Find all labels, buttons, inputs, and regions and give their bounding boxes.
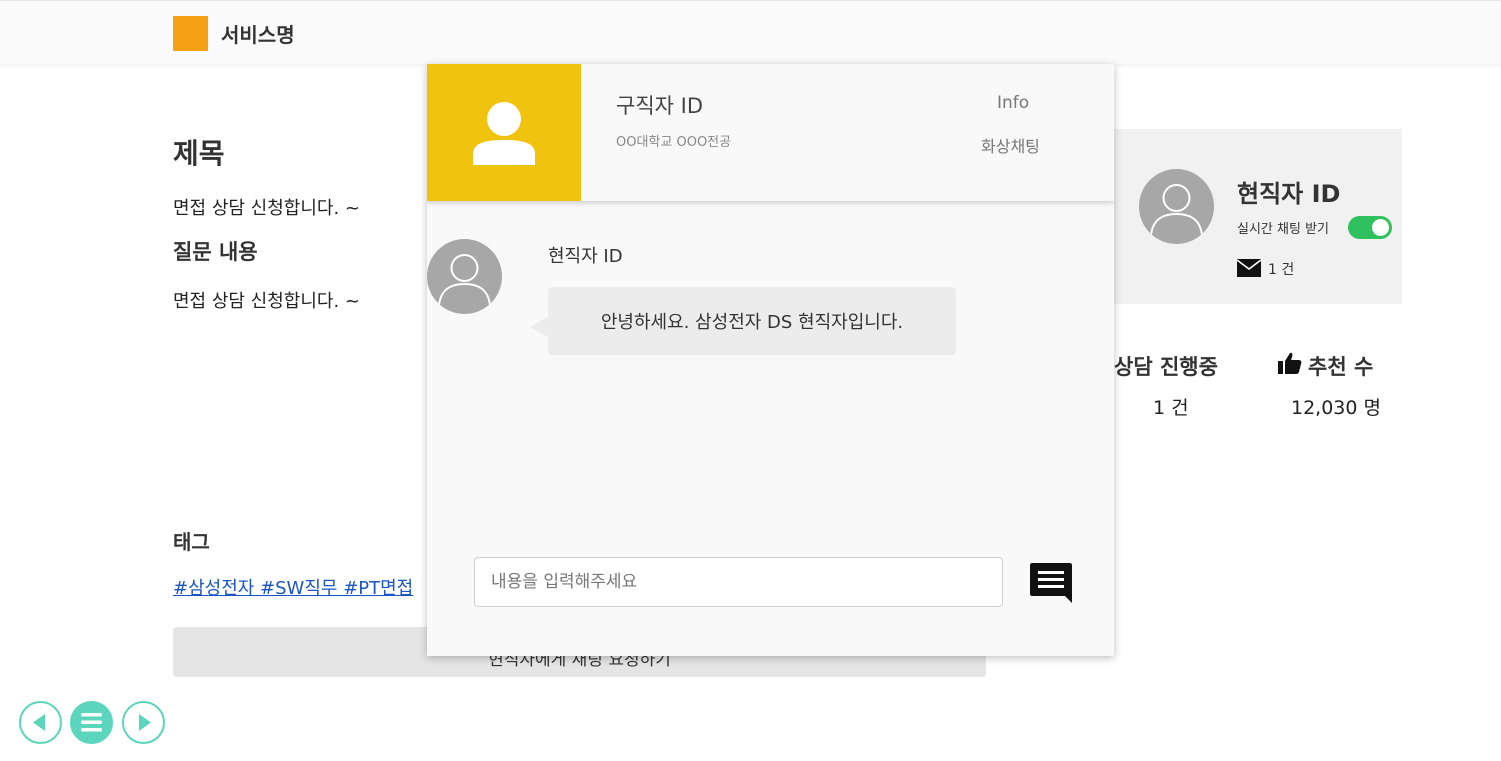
info-link[interactable]: Info xyxy=(997,93,1029,113)
profile-card: 현직자 ID 실시간 채팅 받기 1 건 xyxy=(1114,129,1402,304)
realtime-chat-label: 실시간 채팅 받기 xyxy=(1237,222,1329,237)
chat-popup: 구직자 ID OO대학교 OOO전공 Info 화상채팅 현직자 ID 안녕하세… xyxy=(427,64,1114,656)
message-sender: 현직자 ID xyxy=(548,246,623,267)
question-body: 면접 상담 신청합니다. ~ xyxy=(173,291,361,312)
user-silhouette-icon xyxy=(473,102,535,165)
top-header: 서비스명 xyxy=(0,0,1501,64)
mail-icon[interactable] xyxy=(1237,259,1261,277)
next-button[interactable] xyxy=(122,701,165,744)
consult-status-value: 1 건 xyxy=(1153,397,1189,419)
chat-header: 구직자 ID OO대학교 OOO전공 Info 화상채팅 xyxy=(427,64,1114,201)
post-body: 면접 상담 신청합니다. ~ xyxy=(173,198,361,219)
mail-count: 1 건 xyxy=(1268,262,1295,278)
next-arrow-icon xyxy=(139,714,151,731)
question-heading: 질문 내용 xyxy=(173,240,258,264)
message-bubble: 안녕하세요. 삼성전자 DS 현직자입니다. xyxy=(530,287,956,355)
seeker-id: 구직자 ID xyxy=(616,94,703,118)
profile-id: 현직자 ID xyxy=(1237,180,1341,208)
message-text: 안녕하세요. 삼성전자 DS 현직자입니다. xyxy=(600,312,904,333)
chat-message-input[interactable] xyxy=(474,557,1003,607)
thumbs-up-icon xyxy=(1278,352,1302,374)
tag-heading: 태그 xyxy=(173,530,210,554)
profile-avatar xyxy=(1139,169,1214,244)
user-silhouette-icon xyxy=(1150,184,1203,236)
prev-button[interactable] xyxy=(19,701,62,744)
send-chat-icon[interactable] xyxy=(1029,561,1073,605)
menu-button[interactable] xyxy=(70,701,113,744)
seeker-school: OO대학교 OOO전공 xyxy=(616,135,732,150)
video-chat-link[interactable]: 화상채팅 xyxy=(981,133,1040,157)
menu-icon xyxy=(81,713,102,732)
recommend-value: 12,030 명 xyxy=(1291,397,1382,419)
prev-arrow-icon xyxy=(33,714,45,731)
service-logo[interactable] xyxy=(173,16,208,51)
recommend-label: 추천 수 xyxy=(1308,355,1374,379)
seeker-avatar xyxy=(427,64,581,201)
message-avatar xyxy=(427,239,502,314)
consult-status-label: 상담 진행중 xyxy=(1114,355,1218,379)
realtime-chat-toggle[interactable] xyxy=(1348,216,1392,239)
tag-links[interactable]: #삼성전자 #SW직무 #PT면접 xyxy=(173,574,413,600)
post-title: 제목 xyxy=(173,137,225,170)
user-silhouette-icon xyxy=(438,254,491,306)
service-name[interactable]: 서비스명 xyxy=(221,19,295,48)
